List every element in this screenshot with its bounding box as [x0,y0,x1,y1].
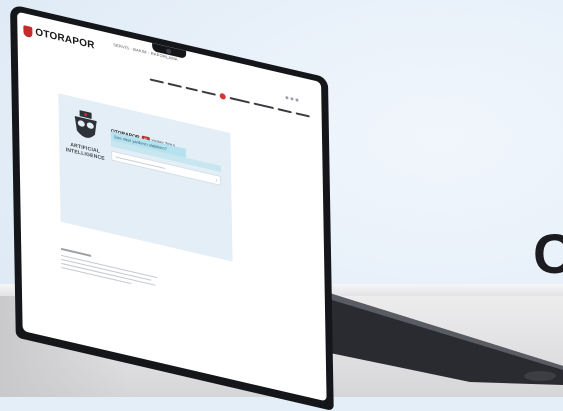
ai-assistant-panel: ARTIFICIAL INTELLIGENCE OTORAPORAIYAPAY … [58,93,233,262]
nav-item[interactable] [277,108,292,114]
nav-item[interactable] [201,90,216,96]
notification-badge[interactable] [219,92,226,101]
nav-item[interactable] [185,86,198,92]
site-logo[interactable]: OTORAPOR [35,27,94,52]
arrow-right-icon[interactable]: › [215,177,217,185]
window-controls [285,86,300,108]
footer-text-block [61,247,162,311]
nav-item[interactable] [229,96,250,104]
nav-item[interactable] [253,102,274,110]
window-dot-icon[interactable] [295,98,299,102]
nav-item[interactable] [295,112,310,118]
otorapor-shield-logo-icon[interactable] [23,25,33,39]
window-dot-icon[interactable] [285,95,289,100]
nav-item[interactable] [149,78,164,84]
nav-item[interactable] [167,82,182,88]
robot-mask-icon [74,110,97,138]
window-dot-icon[interactable] [290,97,294,101]
laptop-display: OTORAPOR SERVİS · BAKIM · RAPORLAMA ARTI… [17,11,327,402]
laptop-foot [524,371,556,381]
input-placeholder-line [115,156,166,170]
